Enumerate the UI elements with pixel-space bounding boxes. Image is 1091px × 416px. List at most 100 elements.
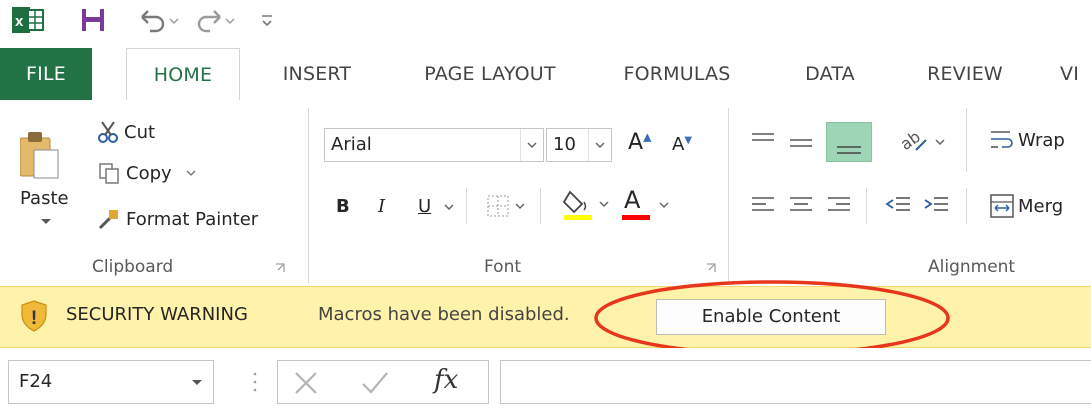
align-divider — [966, 188, 967, 224]
copy-icon — [99, 163, 119, 184]
format-painter-button[interactable]: Format Painter — [98, 208, 258, 230]
borders-button[interactable] — [486, 194, 528, 218]
tab-view[interactable]: VI — [1060, 48, 1091, 100]
wrap-text-label: Wrap — [1018, 129, 1065, 151]
name-box[interactable]: F24 — [8, 360, 214, 404]
shrink-font-button[interactable]: A▼ — [672, 134, 692, 155]
tab-review[interactable]: REVIEW — [910, 48, 1020, 100]
format-painter-icon — [98, 210, 118, 230]
redo-icon — [197, 10, 235, 33]
svg-text:ab: ab — [897, 127, 924, 154]
close-icon — [295, 372, 317, 394]
name-box-value: F24 — [19, 371, 53, 392]
customize-qat-button[interactable] — [260, 6, 274, 34]
svg-text:x: x — [15, 13, 24, 30]
tab-insert[interactable]: INSERT — [262, 48, 372, 100]
security-warning-title: SECURITY WARNING — [66, 304, 248, 325]
orientation-icon: ab — [897, 127, 945, 154]
quick-access-toolbar: x — [0, 0, 1091, 48]
borders-icon — [487, 195, 525, 217]
copy-button[interactable]: Copy — [98, 162, 198, 184]
grow-font-button[interactable]: A▲ — [628, 130, 652, 155]
font-size-value: 10 — [553, 134, 576, 155]
align-right-icon — [828, 197, 850, 211]
group-label-font: Font — [484, 257, 522, 277]
font-color-icon: A — [624, 186, 641, 214]
group-label-clipboard: Clipboard — [92, 257, 174, 277]
grow-font-icon: A — [628, 130, 644, 155]
align-top-button[interactable] — [748, 128, 778, 154]
italic-button[interactable]: I — [378, 196, 385, 217]
paste-label[interactable]: Paste — [20, 188, 69, 209]
excel-logo-icon: x — [12, 6, 44, 34]
merge-center-icon — [990, 194, 1014, 218]
formula-input[interactable] — [500, 360, 1091, 404]
paste-icon — [20, 132, 59, 179]
copy-label: Copy — [126, 162, 172, 184]
format-painter-label: Format Painter — [126, 208, 259, 230]
insert-function-button[interactable]: fx — [434, 365, 458, 395]
paint-bucket-icon — [562, 190, 609, 220]
enter-formula-button[interactable] — [360, 369, 390, 397]
font-size-dropdown-icon[interactable] — [588, 129, 611, 161]
group-separator — [728, 108, 729, 283]
cut-button[interactable]: Cut — [98, 120, 155, 144]
tab-file[interactable]: FILE — [0, 48, 92, 100]
fill-color-button[interactable] — [562, 188, 612, 222]
align-divider — [866, 188, 867, 224]
align-middle-button[interactable] — [786, 128, 816, 154]
align-bottom-button[interactable] — [826, 122, 872, 162]
clipboard-launcher-icon[interactable] — [275, 263, 285, 273]
font-size-combo[interactable]: 10 — [546, 128, 612, 162]
merge-center-button[interactable]: Merg — [988, 192, 1063, 220]
align-left-icon — [752, 197, 774, 211]
formula-bar-grip-icon[interactable] — [252, 370, 258, 394]
tab-data[interactable]: DATA — [790, 48, 870, 100]
font-name-combo[interactable]: Arial — [324, 128, 544, 162]
svg-text:!: ! — [31, 308, 37, 329]
customize-icon — [262, 15, 272, 27]
increase-indent-button[interactable] — [922, 192, 952, 218]
orientation-button[interactable]: ab — [896, 124, 948, 158]
align-top-icon — [752, 133, 774, 141]
paste-button[interactable] — [20, 132, 60, 180]
cancel-formula-button[interactable] — [292, 369, 320, 397]
merge-center-label: Merg — [1018, 195, 1064, 217]
font-name-dropdown-icon[interactable] — [520, 129, 543, 161]
security-warning-bar: ! SECURITY WARNING Macros have been disa… — [0, 280, 1091, 356]
font-color-button[interactable]: A — [622, 186, 682, 222]
save-icon — [82, 9, 104, 31]
underline-button[interactable]: U — [418, 196, 431, 217]
checkmark-icon — [362, 372, 388, 394]
tab-home[interactable]: HOME — [126, 48, 240, 101]
group-separator — [308, 108, 309, 283]
align-left-button[interactable] — [748, 192, 778, 218]
font-name-value: Arial — [331, 134, 372, 155]
security-warning-message: Macros have been disabled. — [318, 304, 570, 325]
scissors-icon — [98, 121, 118, 143]
font-divider — [540, 188, 541, 224]
redo-button[interactable] — [192, 6, 236, 34]
wrap-text-button[interactable]: Wrap — [988, 126, 1065, 154]
shield-warning-icon: ! — [20, 300, 48, 332]
copy-dropdown-icon — [186, 170, 196, 177]
decrease-indent-icon — [885, 197, 910, 211]
bold-button[interactable]: B — [336, 196, 350, 217]
wrap-text-icon — [991, 131, 1013, 148]
align-bottom-icon — [837, 146, 861, 154]
paste-dropdown-arrow-icon[interactable] — [40, 218, 52, 226]
decrease-indent-button[interactable] — [884, 192, 914, 218]
align-divider — [966, 108, 967, 172]
group-label-alignment: Alignment — [928, 257, 1016, 277]
underline-dropdown-icon[interactable] — [444, 204, 454, 210]
save-button[interactable] — [80, 6, 106, 34]
cut-label: Cut — [124, 121, 156, 143]
tab-page-layout[interactable]: PAGE LAYOUT — [400, 48, 580, 100]
tab-formulas[interactable]: FORMULAS — [606, 48, 748, 100]
align-center-button[interactable] — [786, 192, 816, 218]
undo-button[interactable] — [136, 6, 180, 34]
align-right-button[interactable] — [824, 192, 854, 218]
name-box-dropdown-icon[interactable] — [191, 379, 203, 387]
font-launcher-icon[interactable] — [706, 263, 716, 273]
annotation-ellipse-icon — [594, 280, 950, 356]
